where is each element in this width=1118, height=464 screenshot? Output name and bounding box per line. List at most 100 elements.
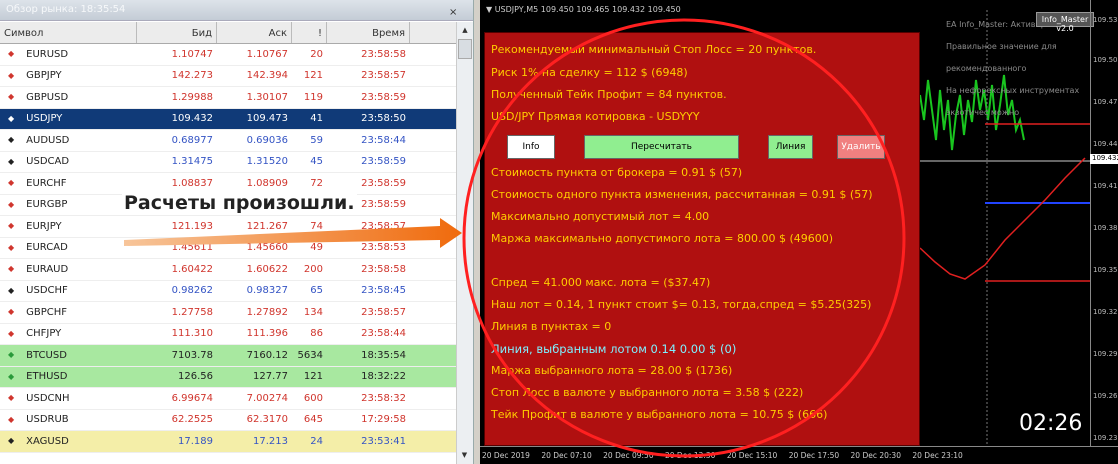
recalculate-button[interactable]: Пересчитать <box>584 135 739 159</box>
col-ask[interactable]: Аск <box>217 22 292 43</box>
bid-cell: 142.273 <box>171 70 213 82</box>
symbol-label: EURGBP <box>26 199 68 211</box>
time-cell: 23:58:32 <box>361 392 406 404</box>
spread-cell: 200 <box>303 263 323 275</box>
diamond-icon: ◆ <box>8 221 15 231</box>
table-row[interactable]: ◆ EURUSD 1.10747 1.10767 20 23:58:58 <box>0 44 456 66</box>
diamond-icon: ◆ <box>8 113 15 123</box>
col-bid[interactable]: Бид <box>137 22 217 43</box>
symbol-cell: ◆ EURJPY <box>0 221 137 232</box>
spread-cell: 45 <box>310 156 323 168</box>
time-cell: 18:32:22 <box>361 371 406 383</box>
symbol-label: BTCUSD <box>26 349 67 361</box>
time-label: 20 Dec 17:50 <box>788 451 840 460</box>
symbol-label: USDCHF <box>26 285 68 297</box>
table-row[interactable]: ◆ AUDUSD 0.68977 0.69036 59 23:58:44 <box>0 130 456 152</box>
table-row[interactable]: ◆ BTCUSD 7103.78 7160.12 5634 18:35:54 <box>0 345 456 367</box>
symbol-label: USDJPY <box>26 113 63 125</box>
market-watch-window: Обзор рынка: 18:35:54 × Символ Бид Аск !… <box>0 0 474 464</box>
panel-line: Маржа выбранного лота = 28.00 $ (1736) <box>491 364 733 377</box>
diamond-icon: ◆ <box>8 199 15 209</box>
symbol-label: EURJPY <box>26 220 62 232</box>
bid-cell: 1.08837 <box>171 177 213 189</box>
bid-cell: 1.31475 <box>171 156 213 168</box>
time-label: 20 Dec 23:10 <box>912 451 963 460</box>
scroll-thumb[interactable] <box>458 39 472 59</box>
symbol-cell: ◆ GBPCHF <box>0 307 137 318</box>
bid-cell: 1.45611 <box>171 242 213 254</box>
symbol-cell: ◆ EURGBP <box>0 199 137 210</box>
panel-line: Тейк Профит в валюте у выбранного лота =… <box>491 408 828 421</box>
table-row[interactable]: ◆ EURCAD 1.45611 1.45660 49 23:58:53 <box>0 238 456 259</box>
symbol-label: EURUSD <box>26 48 69 60</box>
bid-cell: 1.10747 <box>171 48 213 60</box>
table-row[interactable]: ◆ USDRUB 62.2525 62.3170 645 17:29:58 <box>0 410 456 431</box>
spread-cell: 24 <box>310 435 323 447</box>
table-row[interactable]: ◆ XAGUSD 17.189 17.213 24 23:53:41 <box>0 431 456 453</box>
chart-window[interactable]: ▼ USDJPY,M5 109.450 109.465 109.432 109.… <box>480 0 1118 464</box>
price-label: 109.385 <box>1093 224 1118 232</box>
symbol-cell: ◆ ETHUSD <box>0 371 137 382</box>
ask-cell: 1.10767 <box>246 48 288 60</box>
time-label: 20 Dec 12:30 <box>665 451 716 460</box>
diamond-icon: ◆ <box>8 178 15 188</box>
table-row[interactable]: ◆ USDCHF 0.98262 0.98327 65 23:58:45 <box>0 281 456 302</box>
ask-cell: 1.60622 <box>246 263 288 275</box>
panel-line: Маржа максимально допустимого лота = 800… <box>491 232 834 245</box>
table-row[interactable]: ◆ GBPCHF 1.27758 1.27892 134 23:58:57 <box>0 302 456 324</box>
chart-title: ▼ USDJPY,M5 109.450 109.465 109.432 109.… <box>486 5 681 14</box>
ea-toggle-button[interactable]: Info_Master v2.0 <box>1036 12 1094 33</box>
time-label: 20 Dec 2019 <box>482 451 530 460</box>
symbol-label: ETHUSD <box>26 371 68 383</box>
time-cell: 23:58:57 <box>361 70 406 82</box>
table-row[interactable]: ◆ USDCAD 1.31475 1.31520 45 23:58:59 <box>0 152 456 173</box>
scroll-up-icon[interactable]: ▲ <box>457 22 473 39</box>
diamond-icon: ◆ <box>8 436 15 446</box>
table-row[interactable]: ◆ GBPUSD 1.29988 1.30107 119 23:58:59 <box>0 87 456 109</box>
diamond-icon: ◆ <box>8 371 15 381</box>
symbol-cell: ◆ USDRUB <box>0 414 137 425</box>
ask-cell: 0.98327 <box>246 285 288 297</box>
close-icon[interactable]: × <box>449 8 457 18</box>
table-row[interactable]: ◆ EURJPY 121.193 121.267 74 23:58:57 <box>0 216 456 238</box>
symbol-label: GBPJPY <box>26 70 62 82</box>
current-price-badge: 109.432 <box>1090 154 1118 164</box>
delete-button[interactable]: Удалить <box>837 135 885 159</box>
table-row[interactable]: ◆ USDJPY 109.432 109.473 41 23:58:50 <box>0 108 456 130</box>
spread-cell: 121 <box>303 371 323 383</box>
bid-cell: 62.2525 <box>171 414 213 426</box>
time-cell: 23:58:58 <box>361 48 406 60</box>
bid-cell: 0.98262 <box>171 285 213 297</box>
callout-label: Расчеты произошли. <box>122 192 357 214</box>
panel-line: Рекомендуемый минимальный Стоп Лосс = 20… <box>491 43 817 56</box>
price-label: 109.355 <box>1093 266 1118 274</box>
diamond-icon: ◆ <box>8 92 15 102</box>
ask-cell: 1.45660 <box>246 242 288 254</box>
ask-cell: 127.77 <box>253 371 288 383</box>
table-row[interactable]: ◆ GBPJPY 142.273 142.394 121 23:58:57 <box>0 66 456 87</box>
col-spread[interactable]: ! <box>292 22 327 43</box>
scrollbar[interactable]: ▲ ▼ <box>456 22 473 464</box>
bid-cell: 126.56 <box>178 371 213 383</box>
ask-cell: 17.213 <box>253 435 288 447</box>
panel-line: Стоимость пункта от брокера = 0.91 $ (57… <box>491 166 743 179</box>
time-cell: 23:58:45 <box>361 285 406 297</box>
table-row[interactable]: ◆ CHFJPY 111.310 111.396 86 23:58:44 <box>0 324 456 345</box>
diamond-icon: ◆ <box>8 264 15 274</box>
scroll-down-icon[interactable]: ▼ <box>457 447 472 464</box>
symbol-cell: ◆ GBPJPY <box>0 70 137 81</box>
panel-line: Наш лот = 0.14, 1 пункт стоит $= 0.13, т… <box>491 298 872 311</box>
ask-cell: 1.08909 <box>246 177 288 189</box>
table-row[interactable]: ◆ EURAUD 1.60422 1.60622 200 23:58:58 <box>0 259 456 281</box>
table-row[interactable]: ◆ ETHUSD 126.56 127.77 121 18:32:22 <box>0 366 456 388</box>
price-scale[interactable]: 109.535 109.505 109.475 109.445 109.415 … <box>1090 0 1118 446</box>
info-button[interactable]: Info <box>507 135 555 159</box>
bid-cell: 1.60422 <box>171 263 213 275</box>
table-row[interactable]: ◆ USDCNH 6.99674 7.00274 600 23:58:32 <box>0 388 456 410</box>
line-button[interactable]: Линия <box>768 135 813 159</box>
table-header: Символ Бид Аск ! Время <box>0 22 456 44</box>
col-symbol[interactable]: Символ <box>0 22 137 43</box>
panel-line-highlight: Линия, выбранным лотом 0.14 0.00 $ (0) <box>491 342 737 356</box>
spread-cell: 49 <box>310 242 323 254</box>
col-time[interactable]: Время <box>327 22 410 43</box>
